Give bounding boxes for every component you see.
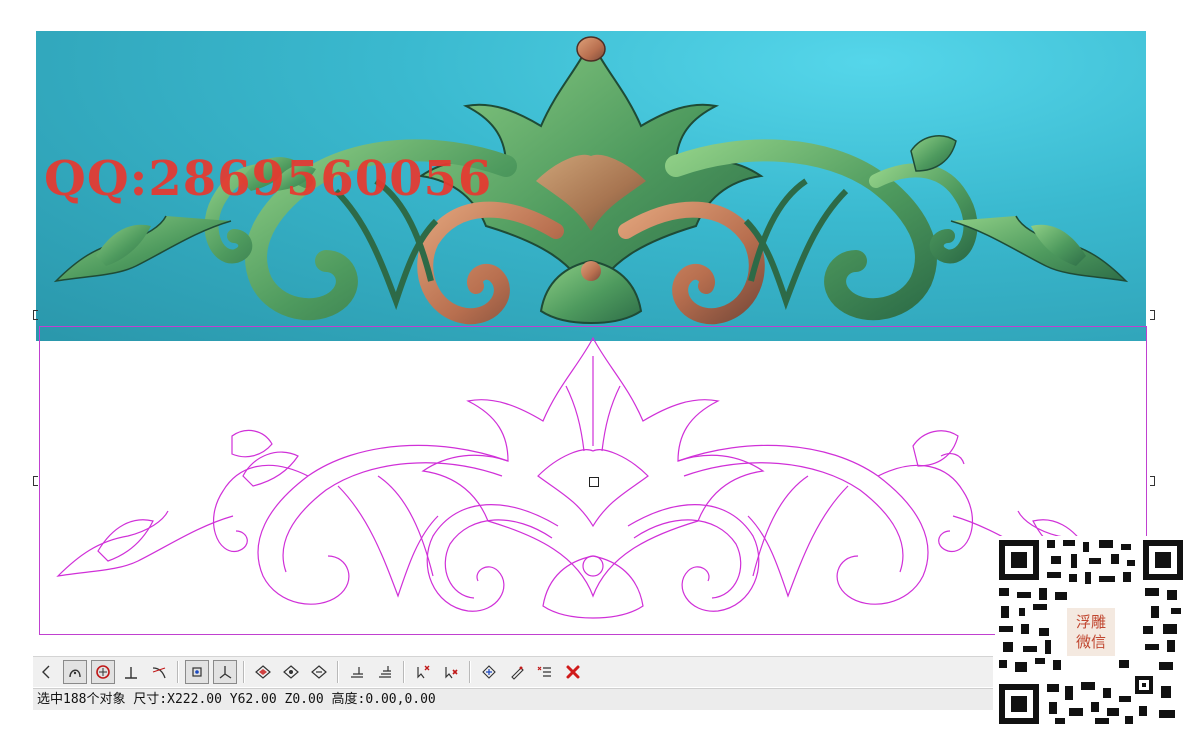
toolbar-separator bbox=[403, 661, 405, 683]
arc-tool-icon[interactable] bbox=[63, 660, 87, 684]
diamond-smooth-icon[interactable] bbox=[307, 660, 331, 684]
drawing-toolbar bbox=[33, 656, 993, 687]
toolbar-separator bbox=[243, 661, 245, 683]
relief-render-view[interactable]: QQ:2869560056 bbox=[36, 31, 1146, 341]
cursor-cross-icon[interactable] bbox=[411, 660, 435, 684]
node-snap-icon[interactable] bbox=[185, 660, 209, 684]
diamond-node-icon[interactable] bbox=[251, 660, 275, 684]
status-bar: 选中188个对象 尺寸:X222.00 Y62.00 Z0.00 高度:0.00… bbox=[33, 688, 993, 710]
selection-handle-right-middle[interactable] bbox=[1150, 476, 1155, 486]
tangent-icon[interactable] bbox=[147, 660, 171, 684]
qr-badge-line1: 浮雕 bbox=[1075, 613, 1106, 631]
pen-edit-icon[interactable] bbox=[505, 660, 529, 684]
arc-partial-icon[interactable] bbox=[35, 660, 59, 684]
toolbar-separator bbox=[469, 661, 471, 683]
toolbar-separator bbox=[177, 661, 179, 683]
perpendicular-icon[interactable] bbox=[119, 660, 143, 684]
toolbar-separator bbox=[337, 661, 339, 683]
delete-icon[interactable] bbox=[561, 660, 585, 684]
selection-center-marker[interactable] bbox=[589, 477, 599, 487]
axis-snap-icon[interactable] bbox=[213, 660, 237, 684]
selection-handle-left-top[interactable] bbox=[33, 310, 38, 320]
cursor-delete-icon[interactable] bbox=[439, 660, 463, 684]
text-list-icon[interactable] bbox=[533, 660, 557, 684]
circle-center-icon[interactable] bbox=[91, 660, 115, 684]
selection-handle-right-top[interactable] bbox=[1150, 310, 1155, 320]
diamond-edit-icon[interactable] bbox=[279, 660, 303, 684]
qq-watermark: QQ:2869560056 bbox=[44, 151, 493, 207]
layer-align-icon[interactable] bbox=[373, 660, 397, 684]
qr-badge-line2: 微信 bbox=[1075, 633, 1106, 651]
layer-stack-icon[interactable] bbox=[345, 660, 369, 684]
qr-center-badge: 浮雕 微信 bbox=[1065, 606, 1117, 658]
transform-icon[interactable] bbox=[477, 660, 501, 684]
